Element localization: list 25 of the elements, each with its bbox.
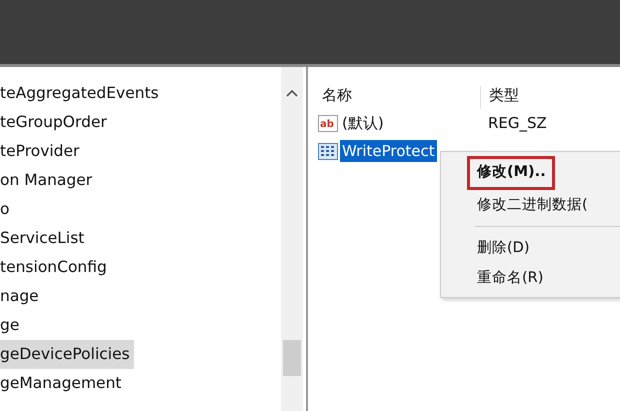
string-value-icon: ab <box>318 114 338 132</box>
tree-item[interactable]: o <box>0 195 14 224</box>
tree-item[interactable]: geDevicePolicies <box>0 340 134 369</box>
tree-item[interactable]: nage <box>0 282 43 311</box>
scroll-thumb[interactable] <box>283 340 301 376</box>
scrollbar[interactable] <box>281 67 303 411</box>
tree-item[interactable]: on Manager <box>0 166 96 195</box>
column-header[interactable]: 名称 <box>314 86 481 109</box>
tree-item[interactable]: tensionConfig <box>0 253 111 282</box>
binary-value-icon <box>318 142 338 160</box>
value-name[interactable]: (默认) <box>340 112 474 134</box>
tree-item[interactable]: teGroupOrder <box>0 108 111 137</box>
tree-item[interactable]: ServiceList <box>0 224 88 253</box>
tree-item[interactable]: geManagement <box>0 369 126 398</box>
scroll-up-icon[interactable] <box>286 89 298 97</box>
menu-item[interactable]: 修改(M).. <box>467 156 555 190</box>
value-type: REG_SZ <box>488 114 547 132</box>
tree-item[interactable]: ge <box>0 311 24 340</box>
menu-item[interactable]: 修改二进制数据( <box>441 190 620 220</box>
tree-item[interactable]: teAggregatedEvents <box>0 79 163 108</box>
value-name[interactable]: WriteProtect <box>340 140 437 162</box>
menu-item[interactable]: 删除(D) <box>441 233 620 263</box>
column-header[interactable]: 类型 <box>481 86 617 109</box>
menu-item[interactable]: 重命名(R) <box>441 263 620 293</box>
tree-item[interactable]: teProvider <box>0 137 84 166</box>
